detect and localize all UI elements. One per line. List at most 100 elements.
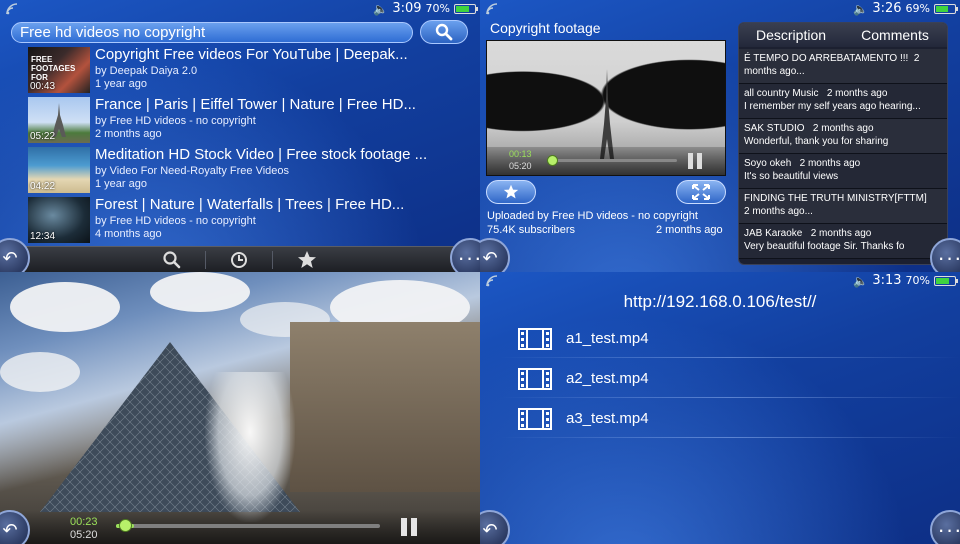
file-list: a1_test.mp4 a2_test.mp4 a3_test.mp4	[480, 320, 960, 440]
fountain	[205, 372, 295, 522]
history-icon[interactable]	[229, 250, 249, 270]
video-thumbnail: FREE FOOTAGES FOR 00:43	[28, 47, 90, 93]
status-time: 3:09	[392, 1, 422, 16]
comment-author: SAK STUDIO	[744, 123, 805, 134]
battery-percent: 70%	[425, 2, 450, 15]
film-icon	[518, 408, 552, 430]
current-time: 00:13	[509, 149, 532, 159]
back-button[interactable]: ↶	[0, 238, 30, 272]
back-arrow-icon: ↶	[482, 519, 498, 540]
player-controls: 00:23 05:20	[0, 510, 480, 544]
upload-age: 2 months ago	[656, 224, 723, 236]
comment-age: 2	[913, 53, 920, 64]
page-title: Copyright footage	[490, 20, 601, 36]
result-item[interactable]: 12:34 Forest | Nature | Waterfalls | Tre…	[28, 196, 458, 246]
seek-bar[interactable]	[116, 524, 380, 528]
comment-age: 2 months ago	[826, 88, 888, 99]
comment-author: É TEMPO DO ARREBATAMENTO !!!	[744, 53, 909, 64]
video-thumbnail: 04:22	[28, 147, 90, 193]
video-age: 1 year ago	[95, 78, 147, 90]
tab-description[interactable]: Description	[739, 23, 843, 47]
video-frame	[0, 272, 480, 544]
video-player[interactable]: 00:13 05:20	[486, 40, 726, 176]
result-item[interactable]: FREE FOOTAGES FOR 00:43 Copyright Free v…	[28, 46, 458, 96]
comment-item[interactable]: JAB Karaoke 2 months ago Very beautiful f…	[739, 224, 947, 259]
file-item[interactable]: a3_test.mp4	[480, 400, 960, 440]
comment-item[interactable]: SAK STUDIO 2 months ago Wonderful, thank …	[739, 119, 947, 154]
video-age: 1 year ago	[95, 178, 147, 190]
star-icon[interactable]	[297, 250, 317, 270]
search-icon[interactable]	[162, 250, 182, 270]
cloud	[150, 272, 250, 312]
result-item[interactable]: 05:22 France | Paris | Eiffel Tower | Na…	[28, 96, 458, 146]
back-arrow-icon: ↶	[2, 519, 18, 540]
video-uploader: by Free HD videos - no copyright	[95, 115, 256, 127]
search-results-screen: 🔈 3:09 70% Free hd videos no copyright F…	[0, 0, 480, 272]
status-time: 3:26	[872, 1, 902, 16]
video-thumbnail: 05:22	[28, 97, 90, 143]
search-input[interactable]: Free hd videos no copyright	[11, 22, 413, 43]
volume-icon: 🔈	[373, 1, 389, 16]
comment-author: FINDING THE TRUTH MINISTRY[FTTM]	[744, 193, 927, 204]
fullscreen-button[interactable]	[676, 180, 726, 204]
ellipsis-icon: ···	[937, 517, 960, 542]
film-icon	[518, 368, 552, 390]
comment-item[interactable]: Soyo okeh 2 months ago It's so beautiful …	[739, 154, 947, 189]
battery-icon	[934, 3, 958, 14]
toolbar-divider	[205, 251, 206, 269]
ellipsis-icon: ···	[457, 245, 481, 270]
status-time: 3:13	[872, 273, 902, 288]
search-icon	[435, 23, 453, 41]
comment-age: 2 months ago	[810, 228, 872, 239]
back-button[interactable]: ↶	[480, 238, 510, 272]
video-age: 4 months ago	[95, 228, 162, 240]
status-bar: 🔈 3:26 69%	[480, 0, 960, 18]
video-title: Meditation HD Stock Video | Free stock f…	[95, 146, 428, 163]
seek-bar[interactable]	[547, 159, 677, 162]
results-list: FREE FOOTAGES FOR 00:43 Copyright Free v…	[28, 46, 458, 246]
video-duration: 04:22	[30, 181, 56, 192]
more-options-button[interactable]: ···	[930, 510, 960, 544]
pause-icon[interactable]	[400, 518, 418, 536]
back-button[interactable]: ↶	[480, 510, 510, 544]
player-controls: 00:13 05:20	[487, 147, 725, 175]
video-age: 2 months ago	[95, 128, 162, 140]
video-uploader: by Deepak Daiya 2.0	[95, 65, 198, 77]
seek-handle[interactable]	[547, 155, 558, 166]
file-item[interactable]: a2_test.mp4	[480, 360, 960, 400]
comment-item[interactable]: all country Music 2 months ago I remember…	[739, 84, 947, 119]
tab-comments[interactable]: Comments	[843, 23, 947, 47]
comment-author: Soyo okeh	[744, 158, 792, 169]
cloud	[10, 282, 120, 332]
file-item[interactable]: a1_test.mp4	[480, 320, 960, 360]
thumbnail-caption: FREE FOOTAGES FOR	[31, 55, 76, 82]
wifi-icon	[486, 3, 498, 15]
fullscreen-player-screen[interactable]: 00:23 05:20 ↶	[0, 272, 480, 544]
back-arrow-icon: ↶	[482, 247, 498, 268]
comment-item[interactable]: FINDING THE TRUTH MINISTRY[FTTM] 2 months…	[739, 189, 947, 224]
video-title: France | Paris | Eiffel Tower | Nature |…	[95, 96, 416, 113]
video-duration: 05:22	[30, 131, 56, 142]
battery-percent: 70%	[905, 274, 930, 287]
louvre-palace	[290, 322, 480, 492]
comments-panel: Description Comments É TEMPO DO ARREBATA…	[738, 22, 948, 265]
video-title: Forest | Nature | Waterfalls | Trees | F…	[95, 196, 405, 213]
favorite-button[interactable]	[486, 180, 536, 204]
volume-icon: 🔈	[853, 273, 869, 288]
battery-percent: 69%	[905, 2, 930, 15]
status-bar: 🔈 3:09 70%	[0, 0, 480, 18]
comment-item[interactable]: É TEMPO DO ARREBATAMENTO !!! 2 months ago…	[739, 49, 947, 84]
result-item[interactable]: 04:22 Meditation HD Stock Video | Free s…	[28, 146, 458, 196]
panel-tabs: Description Comments	[739, 23, 947, 47]
pause-icon[interactable]	[687, 153, 703, 169]
seek-handle[interactable]	[119, 519, 132, 532]
bottom-toolbar	[0, 246, 480, 272]
search-button[interactable]	[420, 20, 468, 44]
back-arrow-icon: ↶	[2, 247, 18, 268]
uploaded-by: Uploaded by Free HD videos - no copyrigh…	[487, 210, 698, 222]
toolbar-divider	[272, 251, 273, 269]
star-icon	[503, 184, 519, 199]
comment-text: It's so beautiful views	[744, 171, 839, 182]
comment-age: 2 months ago	[799, 158, 861, 169]
comment-author: all country Music	[744, 88, 819, 99]
